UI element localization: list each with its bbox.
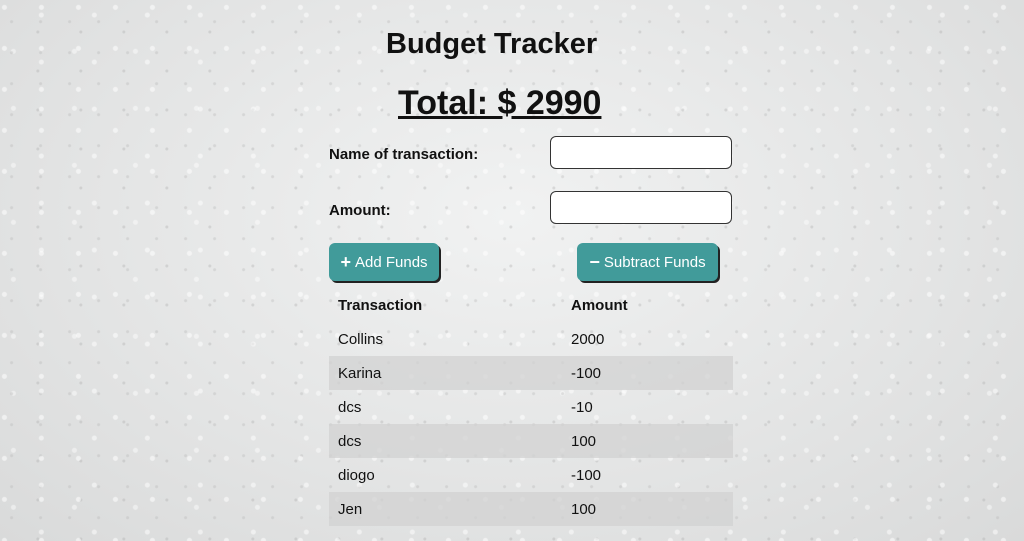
table-row: diogo -100: [329, 458, 733, 492]
table-row: dcs 100: [329, 424, 733, 458]
transactions-table: Transaction Amount Collins 2000 Karina -…: [329, 288, 733, 526]
total-balance: Total: $ 2990: [398, 84, 602, 122]
plus-icon: +: [340, 252, 351, 272]
table-row: Collins 2000: [329, 322, 733, 356]
transaction-name-cell: Jen: [329, 492, 562, 526]
page-title: Budget Tracker: [386, 28, 598, 60]
column-header-amount: Amount: [571, 296, 628, 314]
transaction-amount-cell: -10: [571, 398, 593, 416]
transaction-name-cell: diogo: [338, 466, 375, 484]
subtract-funds-button[interactable]: − Subtract Funds: [577, 243, 718, 281]
add-funds-button[interactable]: + Add Funds: [329, 243, 439, 281]
transaction-name-label: Name of transaction:: [329, 146, 479, 163]
transaction-amount-cell: 2000: [571, 330, 605, 348]
transaction-name-input[interactable]: [550, 136, 732, 169]
transaction-name-cell: Karina: [329, 356, 562, 390]
transaction-amount-cell: -100: [562, 356, 733, 390]
subtract-funds-label: Subtract Funds: [603, 253, 706, 271]
table-header-row: Transaction Amount: [329, 288, 733, 322]
table-row: Jen 100: [329, 492, 733, 526]
transaction-name-cell: dcs: [329, 424, 562, 458]
table-row: dcs -10: [329, 390, 733, 424]
transaction-name-cell: dcs: [338, 398, 362, 416]
transaction-amount-cell: 100: [562, 424, 733, 458]
minus-icon: −: [589, 252, 600, 272]
add-funds-label: Add Funds: [354, 253, 428, 271]
transaction-amount-cell: 100: [562, 492, 733, 526]
table-row: Karina -100: [329, 356, 733, 390]
transaction-name-cell: Collins: [338, 330, 384, 348]
column-header-transaction: Transaction: [338, 296, 423, 314]
transaction-amount-cell: -100: [571, 466, 602, 484]
amount-label: Amount:: [329, 202, 391, 219]
amount-input[interactable]: [550, 191, 732, 224]
